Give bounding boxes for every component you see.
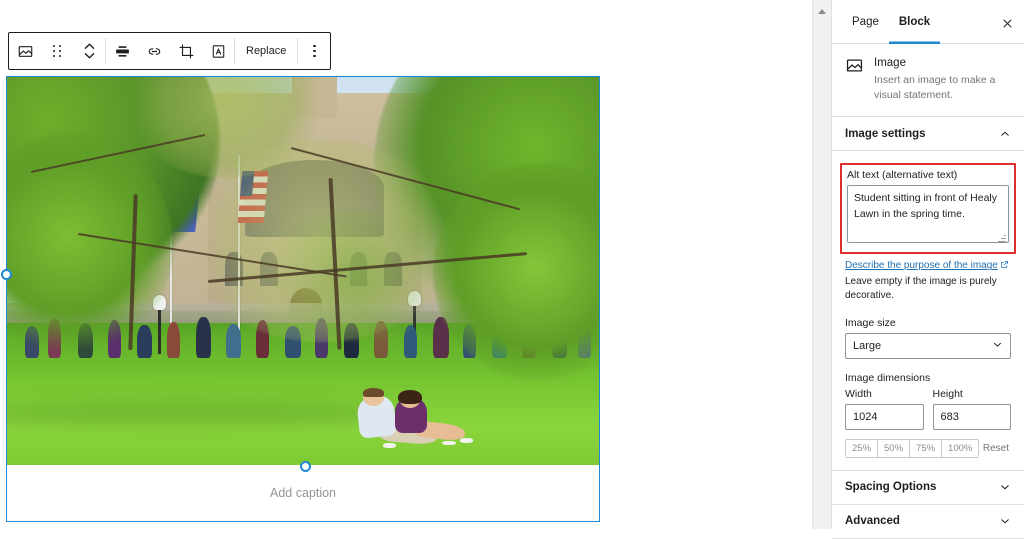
replace-button[interactable]: Replace xyxy=(235,33,297,69)
height-label: Height xyxy=(932,387,963,400)
image-caption-field[interactable]: Add caption xyxy=(7,465,599,521)
wordpress-block-editor-screen: Replace Add caption Page Block Image Ins… xyxy=(0,0,1024,539)
block-card-description: Insert an image to make a visual stateme… xyxy=(874,74,996,101)
chevron-down-icon xyxy=(992,339,1003,353)
person xyxy=(137,325,153,358)
alt-text-highlight: Alt text (alternative text) xyxy=(840,163,1016,255)
panel-spacing-options-header[interactable]: Spacing Options xyxy=(832,471,1024,505)
scale-75-button[interactable]: 75% xyxy=(910,439,943,457)
more-options-icon[interactable] xyxy=(298,33,330,69)
close-icon[interactable] xyxy=(996,12,1018,34)
scale-button-group: 25% 50% 75% 100% xyxy=(845,438,980,458)
left-resize-handle[interactable] xyxy=(1,269,12,280)
editor-canvas: Replace Add caption xyxy=(0,0,812,529)
panel-title: Image settings xyxy=(845,127,926,140)
person-hair xyxy=(397,389,423,405)
person xyxy=(166,321,180,358)
sidebar-tabs: Page Block xyxy=(832,0,1024,44)
image-size-label: Image size xyxy=(845,316,896,329)
link-icon[interactable] xyxy=(138,33,170,69)
chevron-down-icon xyxy=(999,481,1011,493)
width-input[interactable] xyxy=(845,403,924,430)
width-field-group: Width xyxy=(845,388,924,430)
image-icon xyxy=(845,56,865,76)
alt-text-label: Alt text (alternative text) xyxy=(847,169,958,182)
drag-handle-icon[interactable] xyxy=(41,33,73,69)
shoe xyxy=(442,440,457,446)
healy-lawn-photo xyxy=(7,77,599,467)
image-size-value: Large xyxy=(853,339,882,352)
panel-title: Advanced xyxy=(845,515,900,528)
block-card-title: Image xyxy=(874,57,906,69)
scale-row: 25% 50% 75% 100% Reset xyxy=(845,438,1011,458)
shoe xyxy=(459,438,474,443)
lawn-shadow xyxy=(7,401,392,427)
block-toolbar: Replace xyxy=(8,32,332,70)
scale-50-button[interactable]: 50% xyxy=(878,439,911,457)
block-card-text: Image Insert an image to make a visual s… xyxy=(874,56,1011,102)
height-field-group: Height xyxy=(932,387,1011,430)
add-text-over-image-icon[interactable] xyxy=(202,33,234,69)
align-center-icon[interactable] xyxy=(106,33,138,69)
foreground-couple xyxy=(350,387,474,455)
person xyxy=(196,317,211,358)
person xyxy=(226,323,241,358)
person-hair xyxy=(362,387,384,397)
panel-advanced-header[interactable]: Advanced xyxy=(832,505,1024,539)
scale-25-button[interactable]: 25% xyxy=(846,439,879,457)
chevron-up-icon xyxy=(999,128,1011,140)
chevron-down-icon xyxy=(999,515,1011,527)
tree-canopy xyxy=(255,209,457,343)
settings-sidebar: Page Block Image Insert an image to make… xyxy=(831,0,1024,539)
external-link-icon xyxy=(1000,260,1009,275)
image-icon[interactable] xyxy=(9,33,41,69)
panel-image-settings-header[interactable]: Image settings xyxy=(832,117,1024,152)
height-input[interactable] xyxy=(932,403,1011,430)
width-label: Width xyxy=(845,387,872,400)
bottom-resize-handle[interactable] xyxy=(300,461,311,472)
image-figure[interactable] xyxy=(7,77,599,467)
block-card: Image Insert an image to make a visual s… xyxy=(832,44,1024,118)
toolbar-group-format xyxy=(106,33,234,69)
image-dimensions-label: Image dimensions xyxy=(845,371,931,384)
alt-text-help-suffix: Leave empty if the image is purely decor… xyxy=(845,275,997,302)
alt-text-help: Describe the purpose of the image Leave e… xyxy=(845,259,1011,304)
image-block[interactable]: Add caption xyxy=(1,76,600,522)
shoe xyxy=(382,443,397,448)
panel-image-settings-body: Alt text (alternative text) Describe the… xyxy=(832,151,1024,470)
panel-title: Spacing Options xyxy=(845,481,937,494)
image-size-select[interactable]: Large xyxy=(845,332,1011,359)
caption-placeholder: Add caption xyxy=(269,486,337,500)
tab-block[interactable]: Block xyxy=(889,0,940,44)
toolbar-group-block xyxy=(9,33,105,69)
tab-page[interactable]: Page xyxy=(842,0,889,44)
editor-scrollbar[interactable] xyxy=(812,0,832,529)
crop-icon[interactable] xyxy=(170,33,202,69)
scroll-up-arrow-icon[interactable] xyxy=(813,4,831,18)
alt-text-input[interactable] xyxy=(847,185,1009,244)
reset-button[interactable]: Reset xyxy=(983,443,1011,454)
dimensions-row: Width Height xyxy=(845,388,1011,430)
scale-100-button[interactable]: 100% xyxy=(942,439,979,457)
describe-image-link[interactable]: Describe the purpose of the image xyxy=(845,260,998,271)
move-up-down-icon[interactable] xyxy=(73,33,105,69)
